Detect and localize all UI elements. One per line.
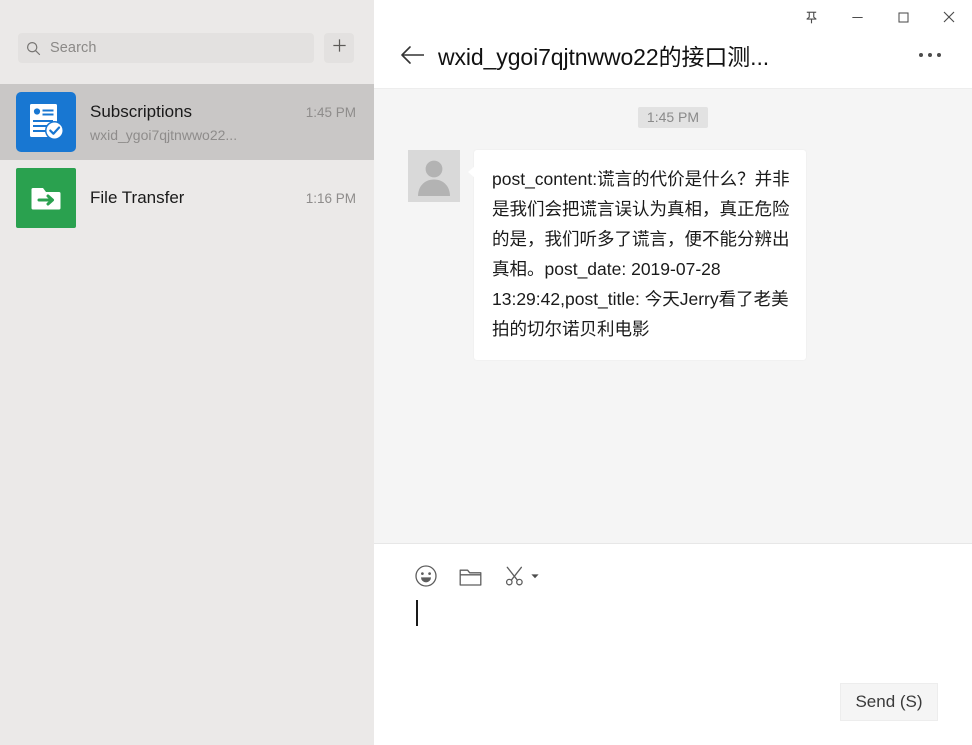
maximize-button[interactable] (880, 0, 926, 34)
emoji-button[interactable] (414, 564, 438, 588)
more-options-button[interactable] (910, 38, 950, 72)
avatar[interactable] (408, 150, 460, 202)
composer-toolbar (374, 544, 972, 594)
screenshot-button[interactable] (503, 564, 540, 588)
more-horizontal-icon (919, 53, 941, 57)
close-icon (941, 9, 957, 25)
arrow-left-icon (399, 43, 427, 67)
conversation-top-line: File Transfer 1:16 PM (90, 188, 356, 208)
search-input[interactable]: Search (18, 33, 314, 63)
maximize-icon (896, 10, 911, 25)
composer-footer: Send (S) (374, 683, 972, 745)
file-transfer-icon (16, 168, 76, 228)
search-placeholder: Search (50, 40, 97, 56)
conversation-title: File Transfer (90, 188, 185, 207)
message-input[interactable] (374, 594, 972, 683)
folder-icon (458, 565, 483, 588)
conversation-list: Subscriptions 1:45 PM wxid_ygoi7qjtnwwo2… (0, 84, 374, 236)
conversation-top-line: Subscriptions 1:45 PM (90, 102, 356, 122)
text-cursor (416, 600, 418, 626)
back-button[interactable] (396, 38, 430, 72)
message-row: post_content:谎言的代价是什么？并非是我们会把谎言误认为真相，真正危… (398, 150, 948, 360)
send-button[interactable]: Send (S) (840, 683, 938, 721)
wechat-window: Search Subscriptions 1:45 PM wxid_ygoi7q… (0, 0, 972, 745)
plus-icon (331, 37, 348, 59)
minimize-icon (850, 10, 865, 25)
conversation-title: Subscriptions (90, 101, 193, 121)
search-row: Search (0, 20, 374, 76)
chat-panel: wxid_ygoi7qjtnwwo22的接口测... 1:45 PM post_… (374, 0, 972, 745)
pin-icon (804, 10, 819, 25)
message-timestamp: 1:45 PM (398, 107, 948, 128)
window-controls (788, 0, 972, 34)
close-button[interactable] (926, 0, 972, 34)
chat-title: wxid_ygoi7qjtnwwo22的接口测... (438, 44, 770, 70)
conversation-preview: wxid_ygoi7qjtnwwo22... (90, 126, 238, 143)
subscriptions-icon (16, 92, 76, 152)
add-button[interactable] (324, 33, 354, 63)
pin-button[interactable] (788, 0, 834, 34)
conversation-item-file-transfer[interactable]: File Transfer 1:16 PM (0, 160, 374, 236)
conversation-item-subscriptions[interactable]: Subscriptions 1:45 PM wxid_ygoi7qjtnwwo2… (0, 84, 374, 160)
conversation-body: File Transfer 1:16 PM (90, 188, 356, 208)
chevron-down-icon (530, 571, 540, 581)
message-list: 1:45 PM post_content:谎言的代价是什么？并非是我们会把谎言误… (374, 88, 972, 543)
conversation-time: 1:16 PM (305, 191, 356, 206)
timestamp-label: 1:45 PM (637, 107, 709, 128)
conversation-body: Subscriptions 1:45 PM wxid_ygoi7qjtnwwo2… (90, 102, 356, 143)
scissors-icon (503, 564, 527, 588)
conversation-time: 1:45 PM (305, 104, 356, 120)
search-icon (26, 41, 41, 56)
message-bubble-wrapper: post_content:谎言的代价是什么？并非是我们会把谎言误认为真相，真正危… (468, 150, 806, 360)
composer: Send (S) (374, 543, 972, 745)
file-button[interactable] (458, 565, 483, 588)
message-bubble[interactable]: post_content:谎言的代价是什么？并非是我们会把谎言误认为真相，真正危… (468, 150, 806, 360)
sidebar: Search Subscriptions 1:45 PM wxid_ygoi7q… (0, 0, 374, 745)
emoji-icon (414, 564, 438, 588)
minimize-button[interactable] (834, 0, 880, 34)
